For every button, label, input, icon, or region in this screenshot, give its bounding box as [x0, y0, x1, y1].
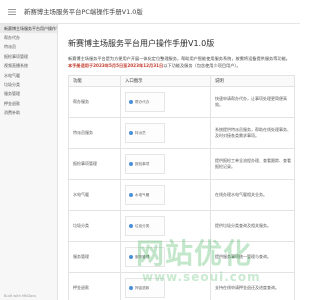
hamburger-icon[interactable] [0, 0, 24, 24]
row-feature-name: 服务管理 [68, 241, 121, 273]
table-row: 报检事项管理 报检事项 提供报检工单全流程办理、查看跟踪、查看报检记录。 [68, 148, 295, 180]
row-feature-name: 报检事项管理 [68, 148, 121, 180]
thumbnail-label: 水电气暖 [135, 192, 150, 197]
thumbnail-label: 服务管理 [135, 254, 150, 259]
main-content: 新赛博主场服务平台用户操作手册V1.0版 新赛博主场服务平台是为方便用户开展一体… [58, 24, 300, 300]
row-description: 提供垃圾分类查询及相关服务。 [210, 210, 295, 242]
table-row: 特派员服务 特派员 系统提供特派员服务，帮助在线处理事务、及时对接各类需求事项。 [68, 117, 295, 149]
row-entry-cell: 帮办代办 [120, 86, 211, 118]
row-description: 提供报检工单全流程办理、查看跟踪、查看报检记录。 [210, 148, 295, 180]
row-feature-name: 帮办服务 [68, 86, 121, 118]
sidebar-item-video-live[interactable]: 视频直播系统 [0, 62, 57, 71]
row-feature-name: 垃圾分类 [68, 210, 121, 242]
row-description: 系统提供特派员服务，帮助在线处理事务、及时对接各类需求事项。 [210, 117, 295, 149]
table-header-feature: 功能 [68, 75, 121, 87]
intro-text: 新赛博主场服务平台是为方便用户开展一体化定位整理服务，帮助用户智能使用服务系统，… [68, 56, 290, 61]
sidebar-item-agent-service[interactable]: 帮办代办 [0, 33, 57, 42]
entry-thumbnail[interactable]: 押金退款 [125, 278, 165, 298]
app-dot-icon [129, 193, 133, 197]
sidebar-footer: Built with MkDocs [4, 294, 37, 298]
table-row: 帮办服务 帮办代办 快速申请帮办代办，让事项处理更简便高效。 [68, 86, 295, 118]
row-entry-cell: 水电气暖 [120, 179, 211, 211]
entry-thumbnail[interactable]: 帮办代办 [125, 92, 165, 112]
entry-thumbnail[interactable]: 服务管理 [125, 247, 165, 267]
entry-thumbnail[interactable]: 水电气暖 [125, 185, 165, 205]
table-header-entry: 入口图示 [120, 75, 211, 87]
intro-text-tail: 以下功能及服务（包含使用少项目用户）。 [163, 63, 241, 68]
row-description: 提供服务事项统一管理与查询。 [210, 241, 295, 273]
thumbnail-label: 押金退款 [135, 285, 150, 290]
sidebar-item-consumption-subsidy[interactable]: 消费补助 [0, 109, 57, 118]
app-dot-icon [129, 162, 133, 166]
page-title: 新赛博主场服务平台用户操作手册V1.0版 [68, 39, 215, 48]
row-description: 在线办理水电气暖相关业务。 [210, 179, 295, 211]
entry-thumbnail[interactable]: 报检事项 [125, 154, 165, 174]
app-dot-icon [129, 224, 133, 228]
thumbnail-label: 垃圾分类 [135, 223, 150, 228]
sidebar-item-waste-sorting[interactable]: 垃圾分类 [0, 80, 57, 89]
table-row: 服务管理 服务管理 提供服务事项统一管理与查询。 [68, 241, 295, 273]
sidebar-item-manual[interactable]: 新赛博主场服务平台用户操作手册V1.0版 [0, 24, 57, 34]
app-dot-icon [129, 255, 133, 259]
row-description: 快速申请帮办代办，让事项处理更简便高效。 [210, 86, 295, 118]
thumbnail-label: 帮办代办 [135, 99, 150, 104]
row-description: 支持在线申请押金退还及进度查询。 [210, 272, 295, 300]
sidebar-item-deposit-refund[interactable]: 押金退款 [0, 99, 57, 108]
app-dot-icon [129, 100, 133, 104]
table-header-description: 说明 [210, 75, 295, 87]
entry-thumbnail[interactable]: 特派员 [125, 123, 165, 143]
feature-table: 功能 入口图示 说明 帮办服务 帮办代办 快速申请帮办代办，让事项处理更简便高效… [68, 75, 295, 300]
hamburger-glyph-icon [8, 8, 16, 15]
row-feature-name: 水电气暖 [68, 179, 121, 211]
row-entry-cell: 报检事项 [120, 148, 211, 180]
row-feature-name: 特派员服务 [68, 117, 121, 149]
sidebar-item-utilities[interactable]: 水电气暖 [0, 71, 57, 80]
table-row: 垃圾分类 垃圾分类 提供垃圾分类查询及相关服务。 [68, 210, 295, 242]
thumbnail-label: 特派员 [135, 130, 146, 135]
app-dot-icon [129, 131, 133, 135]
row-entry-cell: 服务管理 [120, 241, 211, 273]
app-dot-icon [129, 286, 133, 290]
sidebar-item-service-mgmt[interactable]: 服务管理 [0, 90, 57, 99]
row-entry-cell: 押金退款 [120, 272, 211, 300]
table-row: 水电气暖 水电气暖 在线办理水电气暖相关业务。 [68, 179, 295, 211]
thumbnail-label: 报检事项 [135, 161, 150, 166]
table-header-row: 功能 入口图示 说明 [68, 75, 295, 87]
table-row: 押金退款 押金退款 支持在线申请押金退还及进度查询。 [68, 272, 295, 300]
intro-paragraph: 新赛博主场服务平台是为方便用户开展一体化定位整理服务，帮助用户智能使用服务系统，… [68, 55, 293, 69]
row-feature-name: 押金退款 [68, 272, 121, 300]
app-title: 新赛博主场服务平台PC端操作手册V1.0版 [24, 8, 143, 16]
top-bar: 新赛博主场服务平台PC端操作手册V1.0版 [0, 0, 300, 24]
sidebar-item-commissioner[interactable]: 特派员 [0, 43, 57, 52]
sidebar: 新赛博主场服务平台用户操作手册V1.0版 帮办代办 特派员 报检事项管理 视频直… [0, 24, 58, 300]
row-entry-cell: 特派员 [120, 117, 211, 149]
intro-emphasis: 本手册适用于2023年5月5日至2023年12月31日 [68, 63, 164, 68]
entry-thumbnail[interactable]: 垃圾分类 [125, 216, 165, 236]
row-entry-cell: 垃圾分类 [120, 210, 211, 242]
sidebar-item-inspection[interactable]: 报检事项管理 [0, 52, 57, 61]
